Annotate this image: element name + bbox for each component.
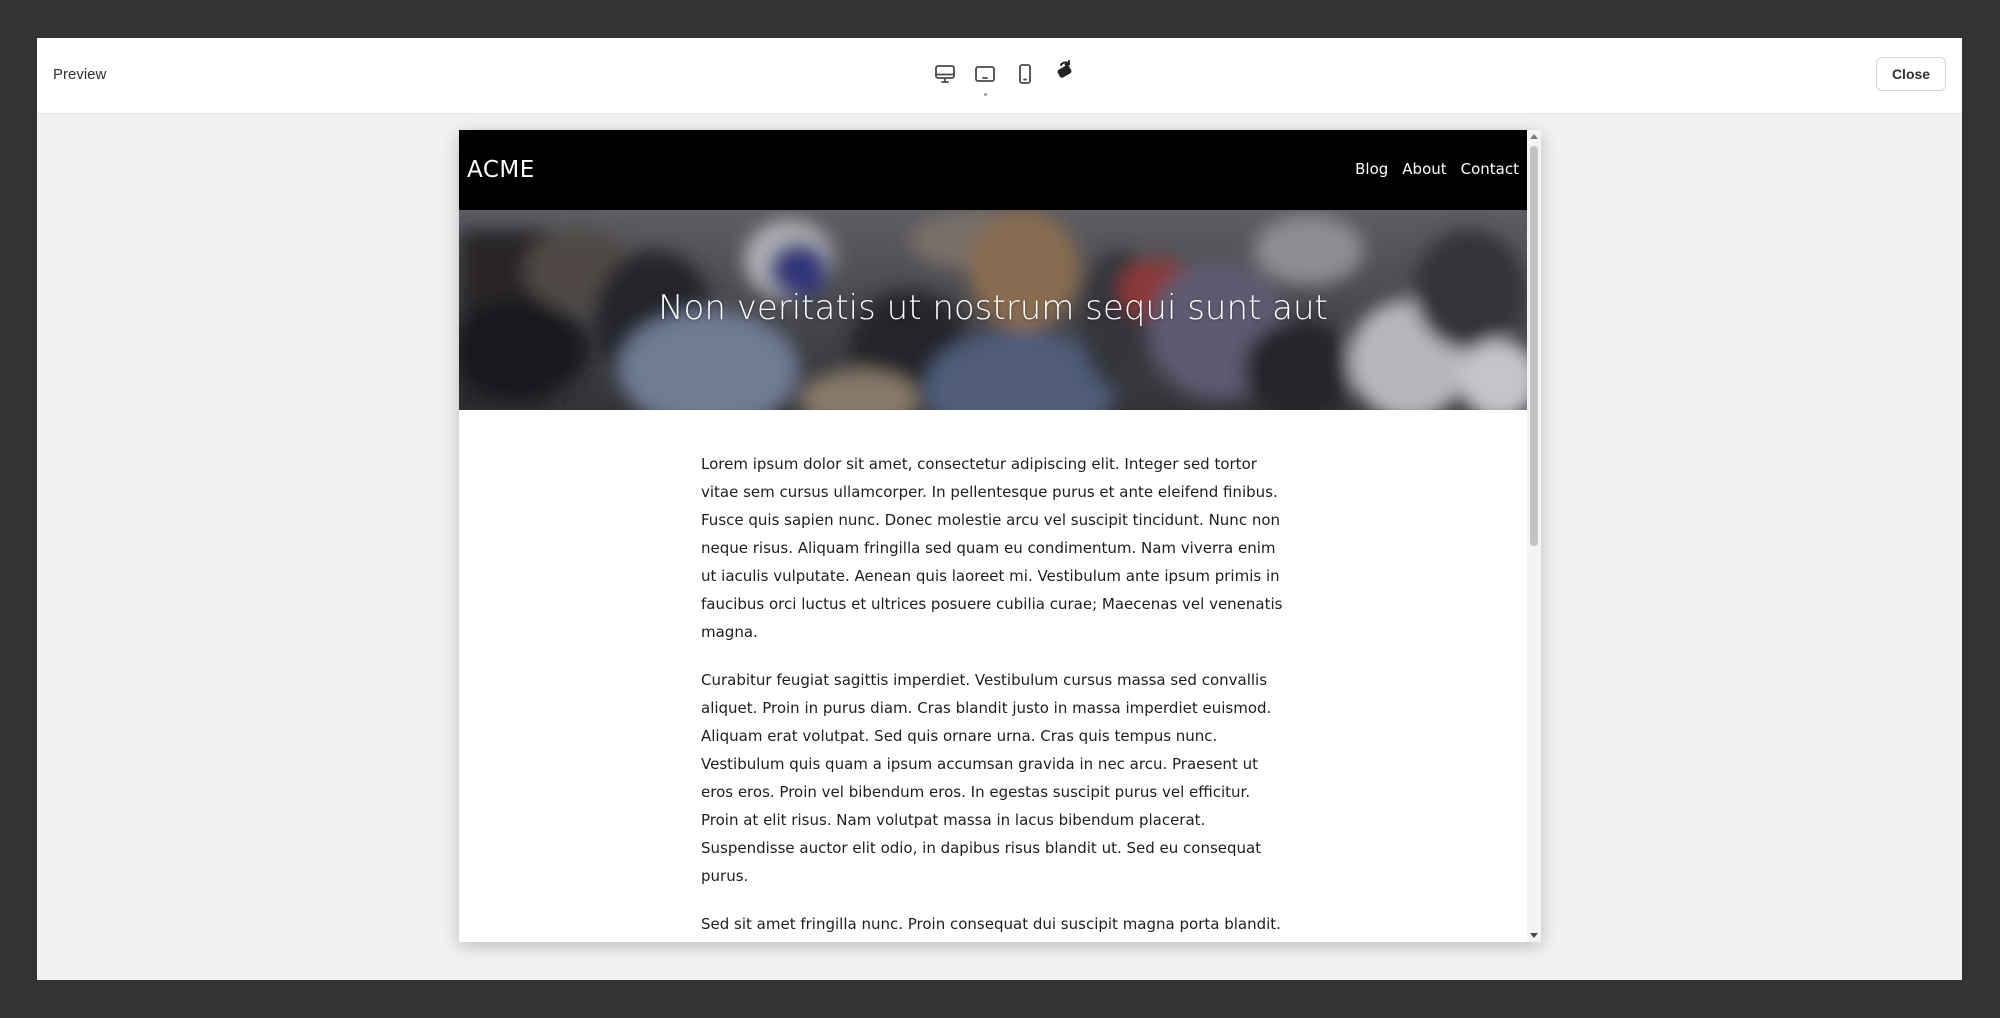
article-body: Lorem ipsum dolor sit amet, consectetur … xyxy=(701,450,1286,942)
scroll-up-arrow-icon[interactable] xyxy=(1530,134,1538,139)
article-paragraph: Lorem ipsum dolor sit amet, consectetur … xyxy=(701,455,1283,641)
tablet-icon xyxy=(975,66,995,82)
modal-title: Preview xyxy=(53,66,107,83)
site-nav-links: Blog About Contact xyxy=(1355,160,1519,178)
site-navbar: ACME Blog About Contact xyxy=(459,130,1527,210)
desktop-view-button[interactable] xyxy=(927,56,963,92)
nav-link-about[interactable]: About xyxy=(1402,160,1446,178)
preview-modal: Preview Close ACME Blog About Contact No… xyxy=(37,38,1962,980)
site-page: ACME Blog About Contact Non veritatis ut… xyxy=(459,130,1527,942)
preview-frame: ACME Blog About Contact Non veritatis ut… xyxy=(459,130,1541,942)
rotate-icon xyxy=(1057,60,1072,78)
active-indicator xyxy=(984,93,987,96)
mobile-view-button[interactable] xyxy=(1007,56,1043,92)
close-button[interactable]: Close xyxy=(1876,57,1946,91)
modal-header: Preview Close xyxy=(37,38,1962,114)
article-paragraph: Sed sit amet fringilla nunc. Proin conse… xyxy=(701,915,1281,933)
frame-scrollbar[interactable] xyxy=(1527,130,1541,942)
scroll-thumb[interactable] xyxy=(1530,146,1538,546)
article-paragraph: Curabitur feugiat sagittis imperdiet. Ve… xyxy=(701,671,1272,885)
tablet-view-button[interactable] xyxy=(967,56,1003,96)
nav-link-contact[interactable]: Contact xyxy=(1461,160,1519,178)
scroll-down-arrow-icon[interactable] xyxy=(1530,933,1538,938)
hero-title: Non veritatis ut nostrum sequi sunt aut xyxy=(658,288,1328,328)
nav-link-blog[interactable]: Blog xyxy=(1355,160,1388,178)
rotate-view-button[interactable] xyxy=(1047,52,1083,88)
desktop-icon xyxy=(935,65,955,83)
hero-banner: Non veritatis ut nostrum sequi sunt aut xyxy=(459,210,1527,410)
site-logo[interactable]: ACME xyxy=(467,157,535,183)
mobile-icon xyxy=(1019,64,1031,84)
